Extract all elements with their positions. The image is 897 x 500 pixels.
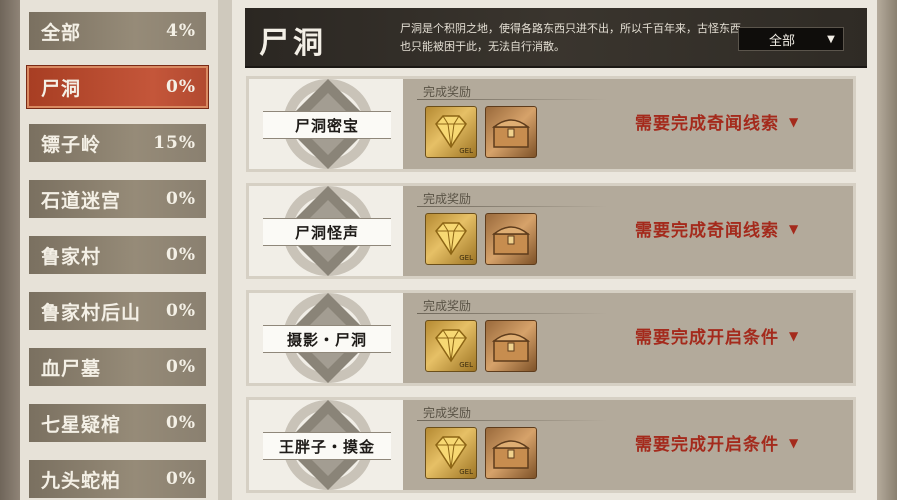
sidebar-item-progress: 0% bbox=[166, 357, 196, 377]
sidebar: 全部 4% 尸洞 0% 镖子岭 15% 石道迷宫 0% 鲁家村 0% 鲁家村后山… bbox=[20, 0, 218, 500]
sidebar-item-label: 九头蛇柏 bbox=[41, 469, 122, 492]
panel-divider bbox=[218, 0, 232, 500]
chest-shape-icon bbox=[491, 333, 531, 362]
sidebar-item-progress: 0% bbox=[166, 469, 196, 489]
quest-title-area: 尸洞密宝 bbox=[249, 79, 403, 169]
sidebar-item-shidong[interactable]: 尸洞 0% bbox=[29, 68, 206, 106]
reward-label: 完成奖励 bbox=[423, 192, 472, 206]
treasure-chest-icon[interactable] bbox=[485, 106, 537, 158]
reward-label: 完成奖励 bbox=[423, 85, 472, 99]
sidebar-item-label: 尸洞 bbox=[41, 77, 82, 100]
sidebar-item-progress: 0% bbox=[166, 189, 196, 209]
sidebar-item-qixing[interactable]: 七星疑棺 0% bbox=[29, 404, 206, 442]
quest-title-area: 王胖子・摸金 bbox=[249, 400, 403, 490]
quest-name: 尸洞怪声 bbox=[263, 218, 391, 246]
gold-gem-icon[interactable]: GEL bbox=[425, 320, 477, 372]
reward-label: 完成奖励 bbox=[423, 406, 472, 420]
reward-divider bbox=[417, 99, 607, 100]
unlock-requirement[interactable]: 需要完成开启条件 ▼ bbox=[635, 430, 799, 455]
chest-shape-icon bbox=[491, 119, 531, 148]
gem-tag: GEL bbox=[459, 361, 473, 369]
sidebar-item-label: 血尸墓 bbox=[41, 357, 102, 380]
unlock-requirement[interactable]: 需要完成奇闻线索 ▼ bbox=[635, 109, 799, 134]
gold-gem-icon[interactable]: GEL bbox=[425, 213, 477, 265]
sidebar-item-lujiacun-houshan[interactable]: 鲁家村后山 0% bbox=[29, 292, 206, 330]
sidebar-item-label: 全部 bbox=[41, 21, 82, 44]
quest-title-area: 尸洞怪声 bbox=[249, 186, 403, 276]
unlock-requirement[interactable]: 需要完成奇闻线索 ▼ bbox=[635, 216, 799, 241]
sidebar-item-progress: 0% bbox=[166, 245, 196, 265]
area-description: 尸洞是个积阴之地，使得各路东西只进不出，所以千百年来，古怪东西也只能被困于此，无… bbox=[400, 22, 741, 53]
chest-shape-icon bbox=[491, 440, 531, 469]
right-backdrop bbox=[877, 0, 897, 500]
quest-card[interactable]: 王胖子・摸金 完成奖励 GEL 需要完成开启条件 ▼ bbox=[246, 397, 856, 493]
sidebar-item-label: 镖子岭 bbox=[41, 133, 102, 156]
sidebar-item-all[interactable]: 全部 4% bbox=[29, 12, 206, 50]
gem-tag: GEL bbox=[459, 468, 473, 476]
gem-tag: GEL bbox=[459, 254, 473, 262]
chest-shape-icon bbox=[491, 226, 531, 255]
quest-name: 摄影・尸洞 bbox=[263, 325, 391, 353]
sidebar-item-progress: 0% bbox=[166, 301, 196, 321]
treasure-chest-icon[interactable] bbox=[485, 427, 537, 479]
triangle-down-icon: ▼ bbox=[827, 33, 835, 45]
sidebar-item-progress: 4% bbox=[166, 21, 196, 41]
filter-value: 全部 bbox=[768, 33, 795, 49]
treasure-chest-icon[interactable] bbox=[485, 320, 537, 372]
sidebar-item-progress: 15% bbox=[153, 133, 196, 153]
treasure-chest-icon[interactable] bbox=[485, 213, 537, 265]
requirement-text: 需要完成奇闻线索 bbox=[635, 221, 779, 241]
reward-divider bbox=[417, 206, 607, 207]
quest-name: 尸洞密宝 bbox=[263, 111, 391, 139]
triangle-down-icon: ▼ bbox=[789, 435, 800, 450]
unlock-requirement[interactable]: 需要完成开启条件 ▼ bbox=[635, 323, 799, 348]
main-panel: 尸洞 尸洞是个积阴之地，使得各路东西只进不出，所以千百年来，古怪东西也只能被困于… bbox=[232, 0, 877, 500]
reward-divider bbox=[417, 420, 607, 421]
gold-gem-icon[interactable]: GEL bbox=[425, 106, 477, 158]
requirement-text: 需要完成开启条件 bbox=[635, 435, 779, 455]
reward-label: 完成奖励 bbox=[423, 299, 472, 313]
sidebar-item-xueshimu[interactable]: 血尸墓 0% bbox=[29, 348, 206, 386]
sidebar-item-progress: 0% bbox=[166, 77, 196, 97]
quest-name: 王胖子・摸金 bbox=[263, 432, 391, 460]
sidebar-item-shidao-maze[interactable]: 石道迷宫 0% bbox=[29, 180, 206, 218]
sidebar-item-jiutou[interactable]: 九头蛇柏 0% bbox=[29, 460, 206, 498]
triangle-down-icon: ▼ bbox=[789, 114, 800, 129]
quest-card[interactable]: 尸洞密宝 完成奖励 GEL 需要完成奇闻线索 ▼ bbox=[246, 76, 856, 172]
requirement-text: 需要完成开启条件 bbox=[635, 328, 779, 348]
quest-card[interactable]: 摄影・尸洞 完成奖励 GEL 需要完成开启条件 ▼ bbox=[246, 290, 856, 386]
reward-divider bbox=[417, 313, 607, 314]
gem-tag: GEL bbox=[459, 147, 473, 155]
sidebar-item-label: 鲁家村后山 bbox=[41, 301, 142, 324]
sidebar-item-biaoziling[interactable]: 镖子岭 15% bbox=[29, 124, 206, 162]
gold-gem-icon[interactable]: GEL bbox=[425, 427, 477, 479]
sidebar-item-progress: 0% bbox=[166, 413, 196, 433]
page-title: 尸洞 bbox=[259, 26, 327, 61]
sidebar-item-label: 鲁家村 bbox=[41, 245, 102, 268]
sidebar-item-label: 七星疑棺 bbox=[41, 413, 122, 436]
requirement-text: 需要完成奇闻线索 bbox=[635, 114, 779, 134]
triangle-down-icon: ▼ bbox=[789, 328, 800, 343]
filter-dropdown[interactable]: 全部 ▼ bbox=[738, 27, 844, 51]
quest-card[interactable]: 尸洞怪声 完成奖励 GEL 需要完成奇闻线索 ▼ bbox=[246, 183, 856, 279]
area-header: 尸洞 尸洞是个积阴之地，使得各路东西只进不出，所以千百年来，古怪东西也只能被困于… bbox=[245, 8, 867, 68]
sidebar-item-lujiacun[interactable]: 鲁家村 0% bbox=[29, 236, 206, 274]
triangle-down-icon: ▼ bbox=[789, 221, 800, 236]
quest-title-area: 摄影・尸洞 bbox=[249, 293, 403, 383]
sidebar-item-label: 石道迷宫 bbox=[41, 189, 122, 212]
